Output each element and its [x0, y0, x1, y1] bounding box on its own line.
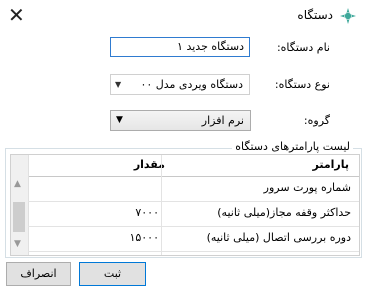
param-cell: دوره بررسی اتصال (میلی ثانیه) — [206, 231, 351, 244]
chevron-down-icon: ▼ — [115, 80, 122, 89]
parameters-grid[interactable]: پارامتر مقدار ▲ ▼ شماره پورت سرور حداکثر… — [10, 154, 360, 256]
close-icon[interactable]: ✕ — [8, 4, 25, 26]
parameters-group-title: لیست پارامترهای دستگاه — [232, 140, 353, 153]
scrollbar-thumb[interactable] — [13, 202, 25, 232]
device-app-icon — [340, 8, 356, 24]
vertical-scrollbar[interactable]: ▲ ▼ — [11, 155, 29, 255]
value-cell[interactable]: ۱۵۰۰۰ — [129, 231, 159, 244]
table-row[interactable]: شماره پورت سرور — [28, 177, 359, 202]
table-row[interactable]: دوره بررسی اتصال (میلی ثانیه) ۱۵۰۰۰ — [28, 227, 359, 252]
param-cell: حداکثر وقفه مجاز(میلی ثانیه) — [217, 206, 351, 219]
scroll-up-icon[interactable]: ▲ — [14, 179, 21, 189]
group-select[interactable]: نرم افزار ▼ — [110, 110, 251, 131]
column-header-param[interactable]: پارامتر — [312, 158, 349, 171]
table-row[interactable]: حداکثر وقفه مجاز(میلی ثانیه) ۷۰۰۰ — [28, 202, 359, 227]
device-type-value: دستگاه ویردی مدل ۰۰ — [140, 78, 243, 91]
window-title: دستگاه — [297, 8, 333, 22]
dropdown-arrow-icon: ▼ — [116, 115, 123, 125]
cancel-button[interactable]: انصراف — [6, 262, 71, 286]
grid-header: پارامتر مقدار — [11, 155, 359, 177]
title-bar: ✕ دستگاه — [0, 0, 367, 32]
save-button[interactable]: ثبت — [79, 262, 146, 286]
group-value: نرم افزار — [201, 114, 244, 127]
group-label: گروه: — [303, 114, 330, 127]
value-cell[interactable]: ۷۰۰۰ — [135, 206, 159, 219]
device-type-label: نوع دستگاه: — [274, 78, 330, 91]
scroll-down-icon[interactable]: ▼ — [14, 239, 21, 249]
device-name-input[interactable]: دستگاه جدید ۱ — [110, 37, 250, 57]
device-type-select[interactable]: دستگاه ویردی مدل ۰۰ ▼ — [110, 74, 250, 95]
param-cell: شماره پورت سرور — [263, 181, 351, 194]
device-name-label: نام دستگاه: — [276, 41, 330, 54]
device-name-value: دستگاه جدید ۱ — [177, 40, 244, 53]
